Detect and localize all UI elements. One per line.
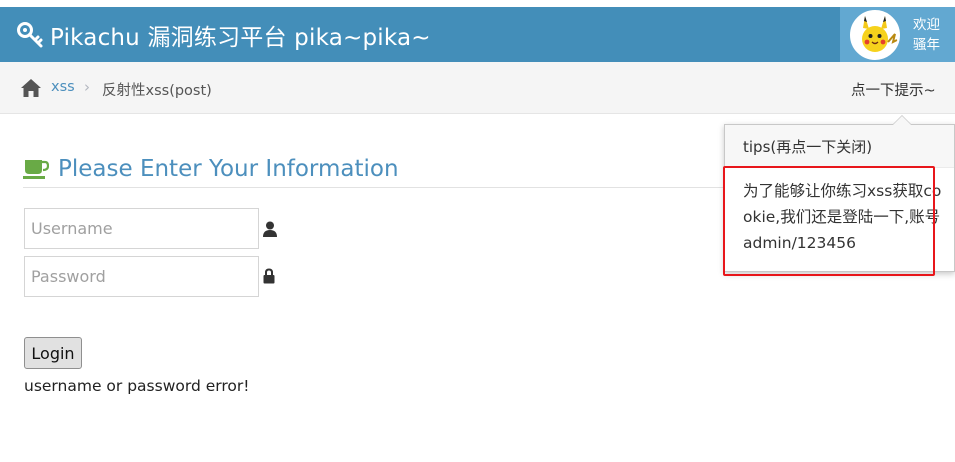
- popover-title: tips(再点一下关闭): [725, 125, 954, 168]
- error-message: username or password error!: [24, 377, 250, 395]
- username-input[interactable]: [24, 208, 259, 249]
- welcome-text: 欢迎 骚年: [913, 15, 940, 55]
- coffee-cup-icon: [23, 160, 49, 179]
- user-icon: [263, 221, 277, 237]
- breadcrumb: xss › 反射性xss(post) 点一下提示~: [0, 62, 955, 114]
- pikachu-avatar-icon: [852, 12, 898, 58]
- highlight-box: [723, 166, 935, 276]
- key-icon: [17, 22, 43, 48]
- app-title: Pikachu 漏洞练习平台 pika~pika~: [50, 25, 431, 51]
- top-header: Pikachu 漏洞练习平台 pika~pika~ 欢迎 骚年: [0, 0, 955, 62]
- breadcrumb-current: 反射性xss(post): [102, 83, 212, 99]
- breadcrumb-link-xss[interactable]: xss: [51, 79, 75, 95]
- form-header: Please Enter Your Information: [23, 151, 399, 187]
- user-menu[interactable]: 欢迎 骚年: [840, 7, 955, 62]
- login-button[interactable]: Login: [24, 337, 82, 369]
- form-title: Please Enter Your Information: [58, 156, 399, 182]
- password-input[interactable]: [24, 256, 259, 297]
- divider: [23, 187, 724, 188]
- popover-arrow: [892, 115, 912, 125]
- breadcrumb-separator: ›: [84, 78, 90, 96]
- home-icon[interactable]: [20, 78, 42, 98]
- username-label: 骚年: [913, 37, 940, 53]
- welcome-line: 欢迎: [913, 17, 940, 33]
- header-top-strip: [0, 0, 955, 7]
- avatar: [850, 10, 900, 60]
- brand[interactable]: Pikachu 漏洞练习平台 pika~pika~: [16, 18, 431, 52]
- lock-icon: [263, 268, 275, 284]
- hint-link[interactable]: 点一下提示~: [851, 79, 936, 100]
